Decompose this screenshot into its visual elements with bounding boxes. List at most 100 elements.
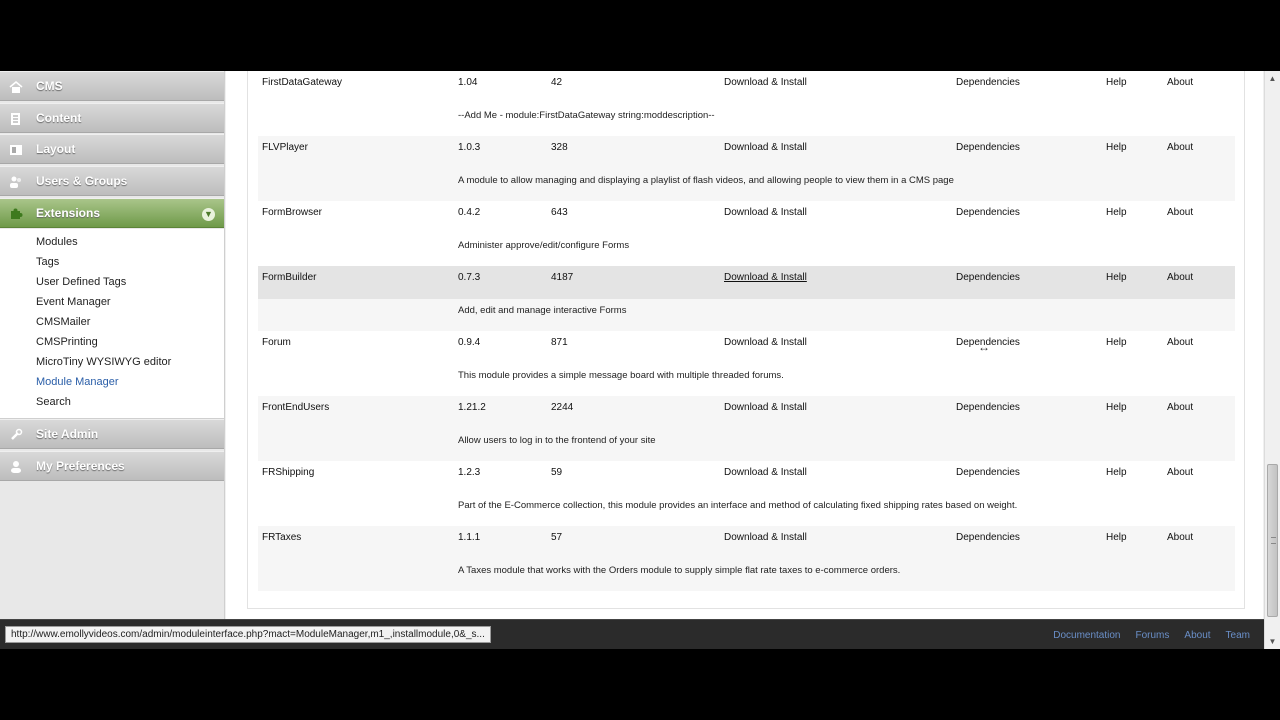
footer-link-documentation[interactable]: Documentation <box>1053 630 1120 641</box>
download-install-link[interactable]: Download & Install <box>724 396 807 419</box>
download-install-link[interactable]: Download & Install <box>724 201 807 224</box>
dependencies-link[interactable]: Dependencies <box>956 266 1020 289</box>
table-row-description: Administer approve/edit/configure Forms <box>258 234 1235 267</box>
nav-section-users-and-groups[interactable]: Users & Groups <box>0 166 224 197</box>
nav-section-layout[interactable]: Layout <box>0 134 224 165</box>
nav-section-label: Site Admin <box>36 427 99 442</box>
module-description: Add, edit and manage interactive Forms <box>458 304 627 316</box>
download-install-link[interactable]: Download & Install <box>724 331 807 354</box>
sidebar-item-cmsmailer[interactable]: CMSMailer <box>0 313 224 333</box>
module-version: 1.04 <box>458 77 478 88</box>
sidebar-item-module-manager[interactable]: Module Manager <box>0 373 224 393</box>
about-link[interactable]: About <box>1167 396 1193 419</box>
help-link[interactable]: Help <box>1106 136 1127 159</box>
nav-section-extensions[interactable]: Extensions ▼ <box>0 197 224 228</box>
cursor-icon: ↔ <box>978 340 990 354</box>
module-description: A Taxes module that works with the Order… <box>458 564 901 576</box>
help-link[interactable]: Help <box>1106 396 1127 419</box>
table-row: Forum 0.9.4 871 Download & Install Dependenc… <box>258 331 1235 364</box>
module-version: 0.9.4 <box>458 337 481 348</box>
layout-icon <box>9 143 23 157</box>
module-description: This module provides a simple message bo… <box>458 369 784 381</box>
module-version: 0.4.2 <box>458 207 481 218</box>
table-row: FRTaxes 1.1.1 57 Download & Install Dependen… <box>258 526 1235 559</box>
nav-section-my-preferences[interactable]: My Preferences <box>0 451 224 482</box>
module-downloads: 4187 <box>551 272 574 283</box>
module-name: FLVPlayer <box>262 142 308 153</box>
help-link[interactable]: Help <box>1106 461 1127 484</box>
about-link[interactable]: About <box>1167 266 1193 289</box>
table-row: FLVPlayer 1.0.3 328 Download & Install Depen… <box>258 136 1235 169</box>
module-name: Forum <box>262 337 291 348</box>
about-link[interactable]: About <box>1167 461 1193 484</box>
scroll-up-icon[interactable]: ▲ <box>1265 71 1280 86</box>
scrollbar-thumb[interactable] <box>1267 464 1278 617</box>
dependencies-link[interactable]: Dependencies <box>956 71 1020 94</box>
sidebar-item-user-defined-tags[interactable]: User Defined Tags <box>0 273 224 293</box>
footer-link-about[interactable]: About <box>1184 630 1210 641</box>
about-link[interactable]: About <box>1167 331 1193 354</box>
table-row-description: A module to allow managing and displayin… <box>258 168 1235 201</box>
module-version: 1.1.1 <box>458 532 481 543</box>
about-link[interactable]: About <box>1167 526 1193 549</box>
about-link[interactable]: About <box>1167 201 1193 224</box>
sidebar-item-modules[interactable]: Modules <box>0 233 224 253</box>
footer-links: Documentation Forums About Team <box>1038 620 1250 649</box>
nav-section-cms[interactable]: CMS <box>0 71 224 101</box>
download-install-link[interactable]: Download & Install <box>724 266 807 289</box>
module-name: FrontEndUsers <box>262 402 330 413</box>
help-link[interactable]: Help <box>1106 71 1127 94</box>
help-link[interactable]: Help <box>1106 526 1127 549</box>
wrench-icon <box>9 428 23 442</box>
home-icon <box>9 80 23 94</box>
module-downloads: 57 <box>551 532 563 543</box>
user-icon <box>9 460 23 474</box>
module-description: Part of the E-Commerce collection, this … <box>458 499 1018 511</box>
download-install-link[interactable]: Download & Install <box>724 136 807 159</box>
users-icon <box>9 175 23 189</box>
nav-section-site-admin[interactable]: Site Admin <box>0 419 224 450</box>
dependencies-link[interactable]: Dependencies <box>956 136 1020 159</box>
footer-link-team[interactable]: Team <box>1226 630 1250 641</box>
sidebar-item-cmsprinting[interactable]: CMSPrinting <box>0 333 224 353</box>
table-row: FrontEndUsers 1.21.2 2244 Download & Instal… <box>258 396 1235 429</box>
dependencies-link[interactable]: Dependencies <box>956 396 1020 419</box>
status-url: http://www.emollyvideos.com/admin/module… <box>5 626 491 643</box>
about-link[interactable]: About <box>1167 71 1193 94</box>
sidebar-item-microtiny-wysiwyg-editor[interactable]: MicroTiny WYSIWYG editor <box>0 353 224 373</box>
dependencies-link[interactable]: Dependencies <box>956 201 1020 224</box>
nav-section-label: Layout <box>36 142 76 157</box>
letterbox-bottom <box>0 649 1280 720</box>
dependencies-link[interactable]: Dependencies <box>956 461 1020 484</box>
nav-section-label: Extensions <box>36 205 101 220</box>
sidebar-item-tags[interactable]: Tags <box>0 253 224 273</box>
nav-section-content[interactable]: Content <box>0 102 224 133</box>
extensions-submenu: Modules Tags User Defined Tags Event Manage… <box>0 229 224 420</box>
table-row: FirstDataGateway 1.04 42 Download & Install… <box>258 71 1235 104</box>
module-name: FormBuilder <box>262 272 317 283</box>
browser-viewport: CMS Content Layout Users & Groups Extensions… <box>0 71 1280 649</box>
dependencies-link[interactable]: Dependencies <box>956 526 1020 549</box>
scroll-down-icon[interactable]: ▼ <box>1265 634 1280 649</box>
table-row-description: Part of the E-Commerce collection, this … <box>258 494 1235 527</box>
nav-section-label: Users & Groups <box>36 174 128 189</box>
download-install-link[interactable]: Download & Install <box>724 526 807 549</box>
help-link[interactable]: Help <box>1106 266 1127 289</box>
module-description: Allow users to log in to the frontend of… <box>458 434 656 446</box>
help-link[interactable]: Help <box>1106 331 1127 354</box>
chevron-down-icon[interactable]: ▼ <box>202 207 215 221</box>
module-downloads: 2244 <box>551 402 574 413</box>
sidebar-item-search[interactable]: Search <box>0 393 224 413</box>
table-row-description: This module provides a simple message bo… <box>258 364 1235 397</box>
table-row-description: Add, edit and manage interactive Forms <box>258 298 1235 331</box>
module-version: 0.7.3 <box>458 272 481 283</box>
help-link[interactable]: Help <box>1106 201 1127 224</box>
download-install-link[interactable]: Download & Install <box>724 71 807 94</box>
document-icon <box>9 112 23 126</box>
footer-link-forums[interactable]: Forums <box>1136 630 1170 641</box>
vertical-scrollbar[interactable]: ▲ ▼ <box>1264 71 1280 649</box>
download-install-link[interactable]: Download & Install <box>724 461 807 484</box>
sidebar-item-event-manager[interactable]: Event Manager <box>0 293 224 313</box>
table-row: FormBuilder 0.7.3 4187 Download & Install De… <box>258 266 1235 299</box>
about-link[interactable]: About <box>1167 136 1193 159</box>
